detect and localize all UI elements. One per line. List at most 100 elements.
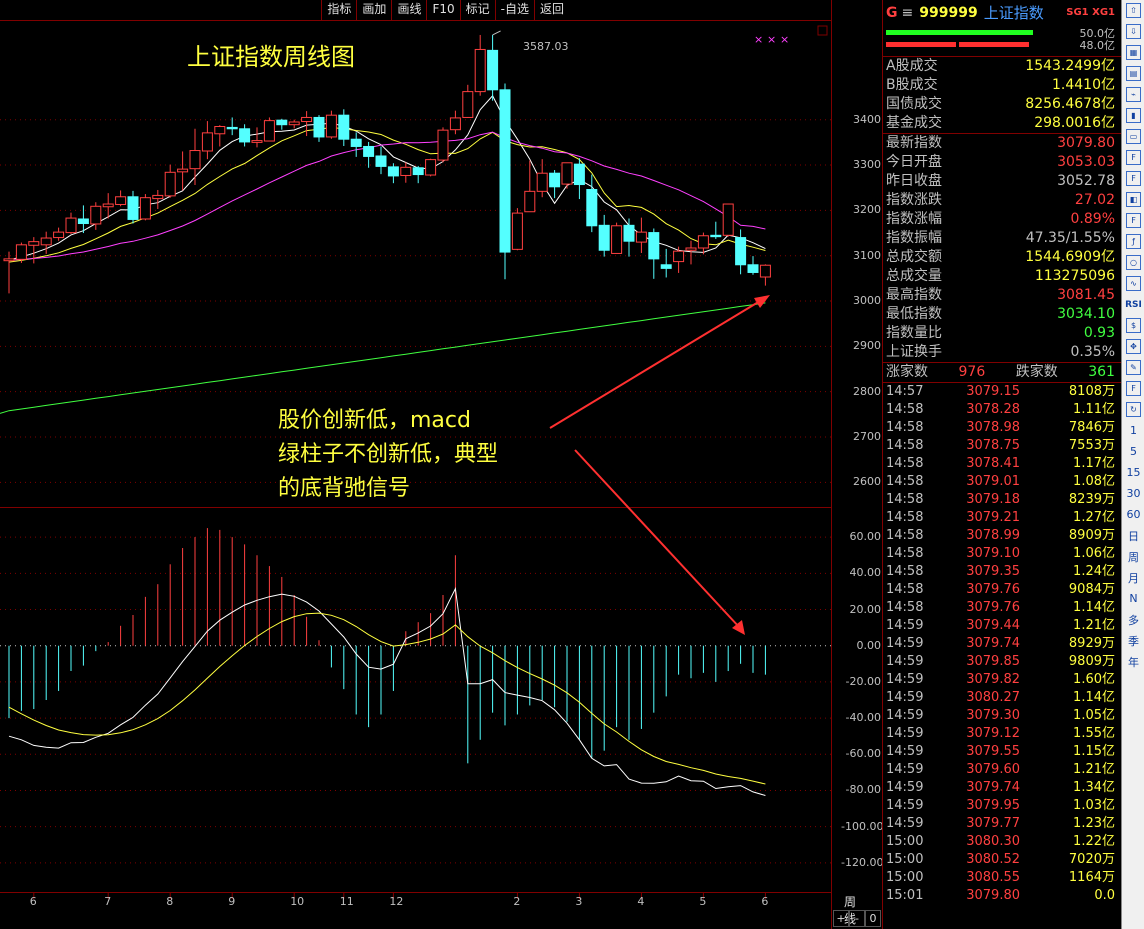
tick-row: 15:00 3080.55 1164万 xyxy=(883,869,1121,887)
tick-price: 3080.30 xyxy=(966,834,1020,849)
watchlist-button[interactable]: -自选 xyxy=(494,0,534,20)
zoom-in-button[interactable]: + xyxy=(833,910,849,927)
chart-area[interactable]: × × × 指标 画加 画线 F10 标记 -自选 返回 上证指数周线图 3587.… xyxy=(0,0,883,929)
tick-volume: 1.55亿 xyxy=(1073,726,1115,741)
money-icon[interactable]: $ xyxy=(1122,315,1144,336)
quote-label: 最高指数 xyxy=(886,287,942,303)
period-button[interactable]: 多 xyxy=(1122,609,1144,630)
tick-row: 14:59 3079.85 9809万 xyxy=(883,653,1121,671)
tick-price: 3079.21 xyxy=(966,510,1020,525)
time-tick-label: 7 xyxy=(104,895,112,908)
red-bar xyxy=(959,42,1029,47)
refresh-icon[interactable]: ↻ xyxy=(1122,399,1144,420)
price-tick-label: 2600 xyxy=(853,475,881,489)
g-icon[interactable]: G xyxy=(886,0,898,26)
line-chart-icon[interactable]: ⌁ xyxy=(1122,84,1144,105)
candle-body xyxy=(524,190,536,213)
fn-icon[interactable]: ƒ xyxy=(1122,231,1144,252)
candle-body xyxy=(586,189,598,227)
tick-time: 15:00 xyxy=(886,870,924,885)
tick-volume: 1.34亿 xyxy=(1073,780,1115,795)
candle-body xyxy=(127,196,139,220)
candle-body xyxy=(288,121,300,126)
quote-row: 今日开盘 3053.03 xyxy=(883,153,1121,172)
period-button[interactable]: 季 xyxy=(1122,630,1144,651)
move-icon[interactable]: ✥ xyxy=(1122,336,1144,357)
f10-button[interactable]: F10 xyxy=(426,0,460,20)
mark-button[interactable]: 标记 xyxy=(459,0,495,20)
tick-row: 14:58 3079.35 1.24亿 xyxy=(883,563,1121,581)
quote-value: 3079.80 xyxy=(1057,135,1115,151)
period-button[interactable]: 周 xyxy=(1122,546,1144,567)
period-button[interactable]: 15 xyxy=(1122,462,1144,483)
news-icon[interactable]: ▭ xyxy=(1122,126,1144,147)
zoom-out-button[interactable]: - xyxy=(849,910,865,927)
candle-body xyxy=(263,120,275,142)
period-button[interactable]: 日 xyxy=(1122,525,1144,546)
down-arrow-icon[interactable]: ⇩ xyxy=(1122,21,1144,42)
rsi-icon[interactable]: RSI xyxy=(1122,294,1144,315)
quote-panel: G ≡ 999999 上证指数 SG1 XG1 50.0亿 48.0亿 A股成交… xyxy=(882,0,1121,929)
chart-title: 上证指数周线图 xyxy=(187,43,355,71)
circle-icon[interactable]: ○ xyxy=(1122,252,1144,273)
tick-volume: 0.0 xyxy=(1094,888,1115,903)
candle-body xyxy=(115,196,127,205)
quote-label: 指数涨跌 xyxy=(886,192,942,208)
macd-tick-label: -40.00 xyxy=(845,711,881,725)
tick-price: 3079.10 xyxy=(966,546,1020,561)
back-button[interactable]: 返回 xyxy=(533,0,569,20)
tick-time: 14:59 xyxy=(886,618,924,633)
period-button[interactable]: 30 xyxy=(1122,483,1144,504)
candle-body xyxy=(511,212,523,250)
tick-volume: 1.17亿 xyxy=(1073,456,1115,471)
candle-icon[interactable]: ▮ xyxy=(1122,105,1144,126)
period-button[interactable]: 5 xyxy=(1122,441,1144,462)
period-button[interactable]: 月 xyxy=(1122,567,1144,588)
candle-body xyxy=(239,128,251,143)
tick-volume: 8108万 xyxy=(1068,384,1115,399)
info-icon[interactable]: ◧ xyxy=(1122,189,1144,210)
pencil-icon[interactable]: ✎ xyxy=(1122,357,1144,378)
candle-body xyxy=(3,258,15,262)
candle-body xyxy=(325,114,337,138)
indicator-button[interactable]: 指标 xyxy=(321,0,357,20)
turnover-value: 298.0016亿 xyxy=(1034,115,1115,131)
draw-line-button[interactable]: 画线 xyxy=(391,0,427,20)
fz-icon[interactable]: F xyxy=(1122,210,1144,231)
bar-value: 48.0亿 xyxy=(1079,39,1116,52)
tick-volume: 7020万 xyxy=(1068,852,1115,867)
time-tick-label: 10 xyxy=(290,895,305,908)
tick-price: 3079.85 xyxy=(966,654,1020,669)
turnover-list: A股成交 1543.2499亿 B股成交 1.4410亿 国债成交 8256.4678亿基… xyxy=(883,57,1121,133)
period-button[interactable]: 1 xyxy=(1122,420,1144,441)
candle-body xyxy=(697,235,709,249)
f10-icon[interactable]: F xyxy=(1122,147,1144,168)
up-arrow-icon[interactable]: ⇧ xyxy=(1122,0,1144,21)
table-icon[interactable]: ▦ xyxy=(1122,42,1144,63)
price-tick-label: 2700 xyxy=(853,430,881,443)
period-button[interactable]: 60 xyxy=(1122,504,1144,525)
tick-volume: 9809万 xyxy=(1068,654,1115,669)
quote-row: 指数涨跌 27.02 xyxy=(883,191,1121,210)
candle-body xyxy=(90,205,102,225)
candle-body xyxy=(363,145,375,157)
arrowhead xyxy=(754,295,770,308)
f5-icon[interactable]: F xyxy=(1122,378,1144,399)
tick-time: 14:58 xyxy=(886,582,924,597)
period-button[interactable]: 年 xyxy=(1122,651,1144,672)
tick-list[interactable]: 14:57 3079.15 8108万 14:58 3078.28 1.11亿 14:58 3… xyxy=(883,383,1121,905)
wave-icon[interactable]: ∿ xyxy=(1122,273,1144,294)
period-button[interactable]: N xyxy=(1122,588,1144,609)
signal-marker: × xyxy=(767,33,776,46)
tick-row: 14:59 3079.30 1.05亿 xyxy=(883,707,1121,725)
grid-icon[interactable]: ▤ xyxy=(1122,63,1144,84)
candle-body xyxy=(201,132,213,152)
tick-time: 14:58 xyxy=(886,474,924,489)
turnover-label: B股成交 xyxy=(886,77,938,93)
menu-icon[interactable]: ≡ xyxy=(902,0,914,26)
f-icon[interactable]: F xyxy=(1122,168,1144,189)
quote-value: 0.35% xyxy=(1070,344,1115,360)
overlay-button[interactable]: 画加 xyxy=(356,0,392,20)
candle-body xyxy=(487,49,499,91)
zoom-reset-button[interactable]: 0 xyxy=(865,910,881,927)
